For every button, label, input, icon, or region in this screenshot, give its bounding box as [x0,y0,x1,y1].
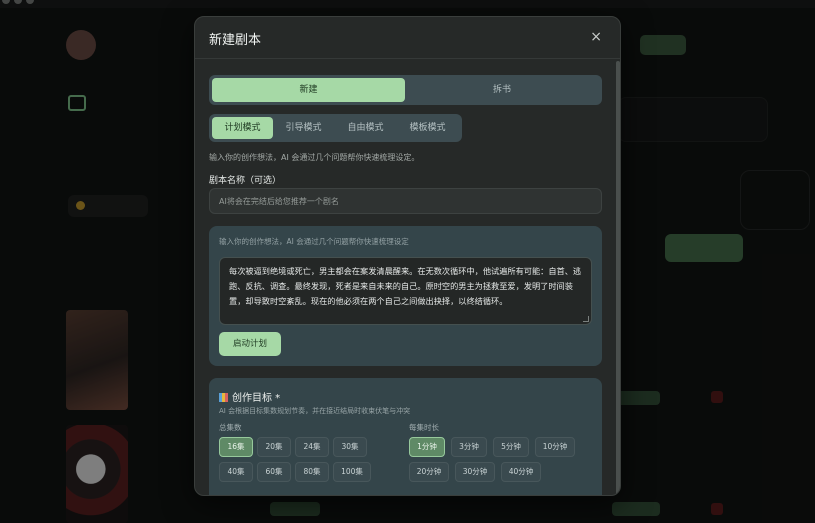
plan-card: 输入你的创作想法，AI 会通过几个问题帮你快速梳理设定 每次被逼到绝境或死亡，男… [209,226,602,366]
duration-chip[interactable]: 30分钟 [455,462,495,482]
scrollbar[interactable] [616,61,620,495]
tab-free-mode[interactable]: 自由模式 [335,117,396,139]
tab-plan-mode[interactable]: 计划模式 [212,117,273,139]
duration-chip[interactable]: 3分钟 [451,437,487,457]
duration-label: 每集时长 [409,423,439,432]
duration-chip[interactable]: 5分钟 [493,437,529,457]
chart-icon [219,393,228,402]
script-name-label: 剧本名称（可选） [209,176,282,186]
mode-split-book-button[interactable]: 拆书 [405,78,599,102]
episode-chip[interactable]: 16集 [219,437,253,457]
dialog-header: 新建剧本 × [195,17,620,59]
close-icon[interactable]: × [590,29,602,45]
plan-hint: 输入你的创作想法，AI 会通过几个问题帮你快速梳理设定 [219,237,409,246]
duration-chip[interactable]: 1分钟 [409,437,445,457]
mode-hint: 输入你的创作想法，AI 会通过几个问题帮你快速梳理设定。 [209,153,420,162]
idea-text: 每次被逼到绝境或死亡，男主都会在案发清晨醒来。在无数次循环中，他试遍所有可能：自… [229,266,582,306]
sub-mode-tabs: 计划模式 引导模式 自由模式 模板模式 [209,114,462,142]
duration-chip[interactable]: 20分钟 [409,462,449,482]
script-name-input[interactable] [209,188,602,214]
episode-chip[interactable]: 80集 [295,462,329,482]
episode-chip[interactable]: 60集 [257,462,291,482]
duration-chip[interactable]: 40分钟 [501,462,541,482]
idea-textarea[interactable]: 每次被逼到绝境或死亡，男主都会在案发清晨醒来。在无数次循环中，他试遍所有可能：自… [219,257,592,325]
new-script-dialog: 新建剧本 × 新建 拆书 计划模式 引导模式 自由模式 模板模式 输入你的创作想… [194,16,621,496]
mode-new-button[interactable]: 新建 [212,78,405,102]
duration-chip[interactable]: 10分钟 [535,437,575,457]
mode-switch: 新建 拆书 [209,75,602,105]
goal-title-text: 创作目标 * [232,393,281,404]
start-plan-button[interactable]: 启动计划 [219,332,281,356]
goal-subtitle: AI 会根据目标集数规划节奏，并在接近结局时收束伏笔与冲突 [219,407,411,415]
tab-guide-mode[interactable]: 引导模式 [273,117,334,139]
tab-template-mode[interactable]: 模板模式 [397,117,458,139]
episode-chip[interactable]: 20集 [257,437,291,457]
episode-chip[interactable]: 24集 [295,437,329,457]
episodes-label: 总集数 [219,423,242,432]
resize-handle-icon[interactable] [583,316,589,322]
episode-chip[interactable]: 30集 [333,437,367,457]
dialog-title: 新建剧本 [209,33,262,48]
goal-title: 创作目标 * [219,389,280,404]
episode-chip[interactable]: 40集 [219,462,253,482]
goal-card: 创作目标 * AI 会根据目标集数规划节奏，并在接近结局时收束伏笔与冲突 总集数… [209,378,602,495]
episode-chip[interactable]: 100集 [333,462,371,482]
